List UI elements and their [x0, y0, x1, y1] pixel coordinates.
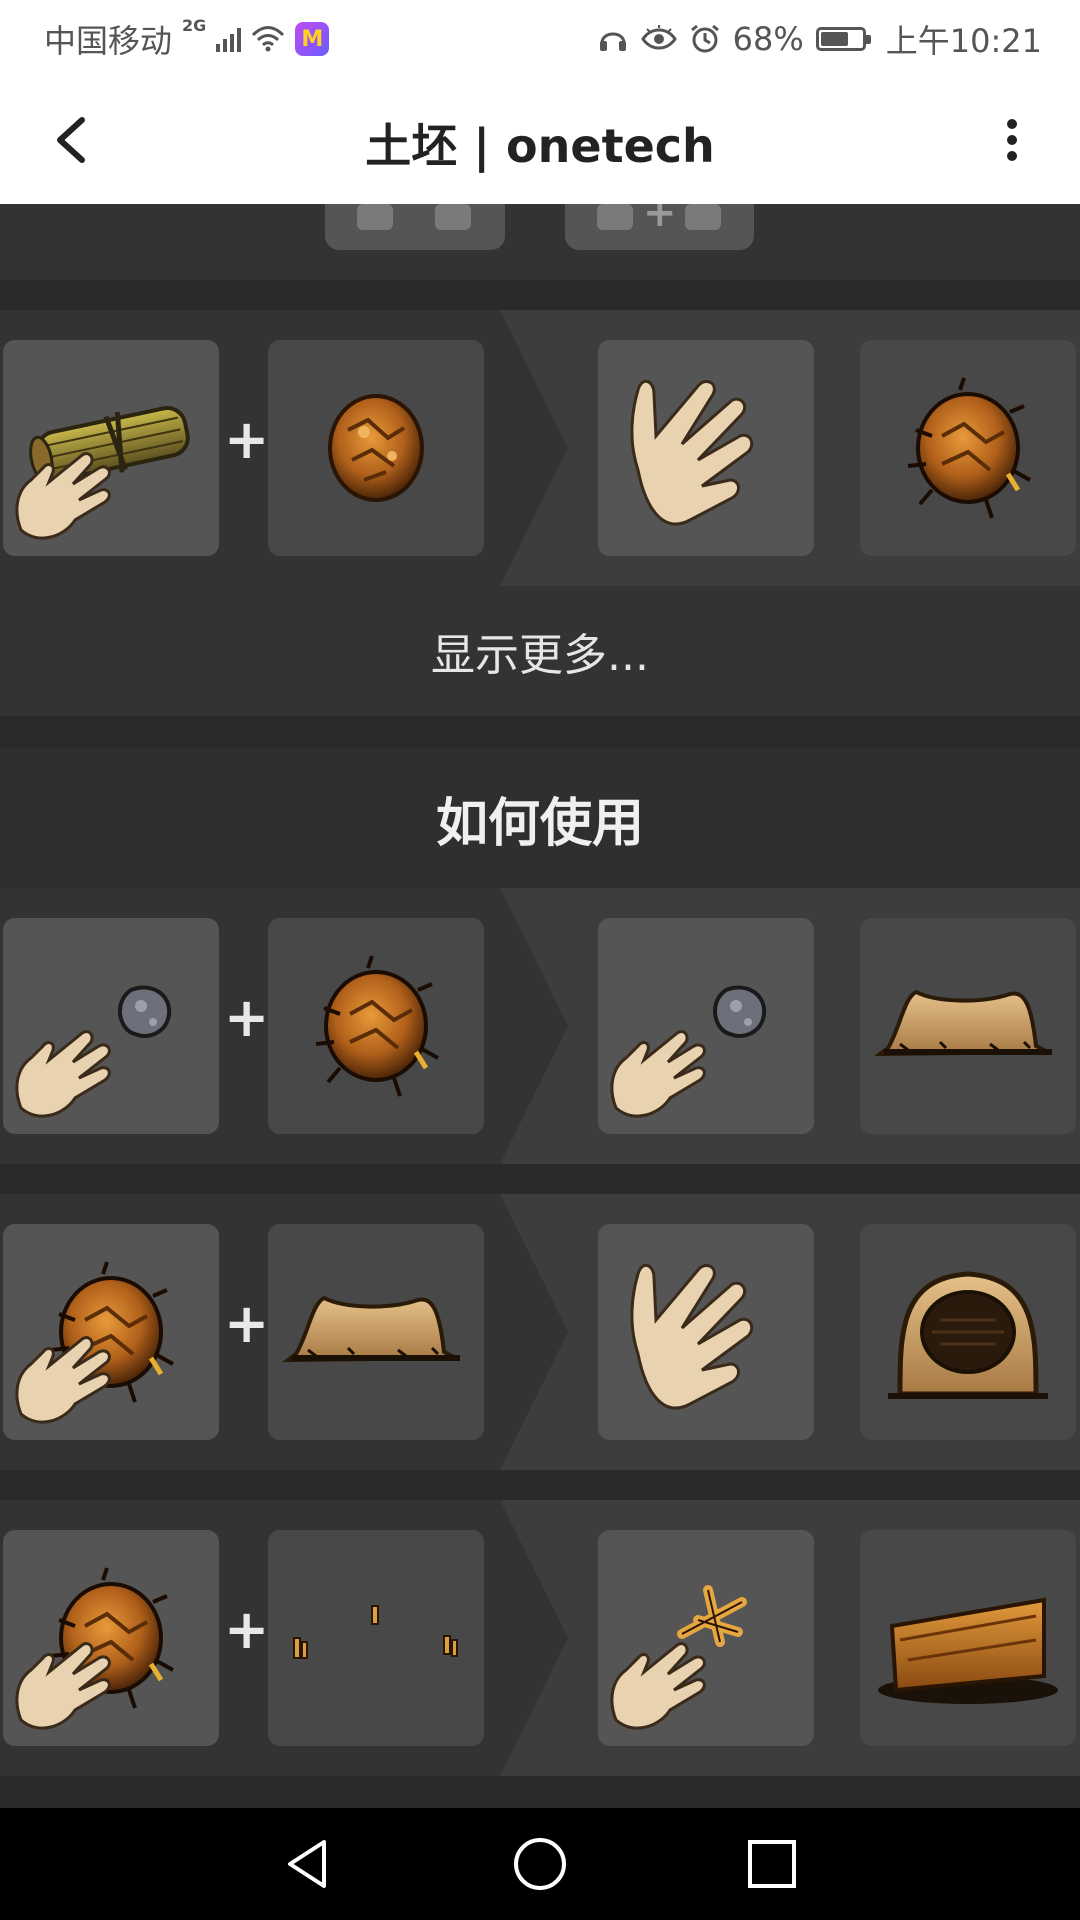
app-bar: 土坯 | onetech — [0, 76, 1080, 205]
partial-slot[interactable] — [325, 204, 505, 250]
recipe-row[interactable]: + — [0, 1194, 1080, 1470]
status-bar: 中国移动 2G M 68% 上午10:21 — [0, 0, 1080, 76]
clock: 上午10:21 — [885, 22, 1042, 60]
arrow-chevron-icon — [500, 888, 568, 1164]
wifi-icon — [252, 26, 285, 52]
hand-icon — [3, 340, 219, 556]
home-circle-icon[interactable] — [510, 1834, 570, 1894]
arrow-chevron-icon — [500, 1194, 568, 1470]
alarm-icon — [690, 24, 719, 53]
ingredient-slot[interactable] — [268, 1530, 484, 1746]
adobe-oven-base-icon — [860, 1224, 1076, 1440]
clay-ball-icon — [268, 340, 484, 556]
adobe-block-icon — [860, 1530, 1076, 1746]
recipe-row-partial: + — [0, 204, 1080, 280]
ingredient-slot[interactable] — [268, 918, 484, 1134]
carrier-label: 中国移动 — [44, 22, 173, 60]
plus-sign: + — [224, 408, 270, 471]
status-bar-left: 中国移动 2G M — [44, 16, 330, 62]
ingredient-slot[interactable] — [268, 340, 484, 556]
result-slot[interactable] — [598, 1224, 814, 1440]
battery-percent: 68% — [732, 20, 804, 58]
ingredient-slot[interactable] — [3, 340, 219, 556]
hand-icon — [3, 1224, 219, 1440]
adobe-base-icon — [268, 1224, 484, 1440]
battery-icon — [815, 27, 871, 51]
wet-clay-ball-icon — [860, 340, 1076, 556]
partial-plus: + — [643, 204, 677, 236]
headset-icon — [599, 32, 626, 51]
eye-icon — [640, 25, 677, 50]
app-notification-icon: M — [295, 22, 330, 56]
wet-clay-ball-icon — [268, 918, 484, 1134]
result-slot[interactable] — [860, 1224, 1076, 1440]
more-vert-icon[interactable] — [992, 112, 1032, 168]
result-slot[interactable] — [860, 1530, 1076, 1746]
hand-icon — [3, 1530, 219, 1746]
adobe-base-icon — [860, 918, 1076, 1134]
ingredient-slot[interactable] — [3, 1530, 219, 1746]
section-heading-usage: 如何使用 — [0, 748, 1080, 888]
partial-slot[interactable]: + — [565, 204, 754, 250]
ingredient-slot[interactable] — [3, 918, 219, 1134]
arrow-chevron-icon — [500, 310, 568, 586]
hand-icon — [598, 1530, 814, 1746]
battery-fill — [820, 32, 848, 46]
plus-sign: + — [224, 1292, 270, 1355]
result-slot[interactable] — [598, 340, 814, 556]
partial-slot-square — [435, 204, 471, 230]
show-more-button[interactable]: 显示更多... — [0, 586, 1080, 716]
hand-icon — [598, 918, 814, 1134]
back-triangle-icon[interactable] — [278, 1834, 338, 1894]
recipe-row[interactable]: + — [0, 1500, 1080, 1776]
hand-icon — [598, 1224, 814, 1440]
recipe-row[interactable]: + — [0, 888, 1080, 1164]
partial-slot-square — [597, 204, 633, 230]
network-type: 2G — [182, 16, 207, 35]
recents-square-icon[interactable] — [742, 1834, 802, 1894]
hand-icon — [3, 918, 219, 1134]
result-slot[interactable] — [860, 340, 1076, 556]
partial-slot-square — [685, 204, 721, 230]
signal-icon — [216, 26, 242, 52]
page-title: 土坯 | onetech — [365, 119, 715, 173]
partial-slot-square — [357, 204, 393, 230]
plus-sign: + — [224, 1598, 270, 1661]
result-slot[interactable] — [598, 1530, 814, 1746]
ingredient-slot[interactable] — [3, 1224, 219, 1440]
arrow-chevron-icon — [500, 1500, 568, 1776]
content-scroll[interactable]: + + 显示更多... 如何使用 + + + — [0, 204, 1080, 1808]
kindling-sticks-icon — [268, 1530, 484, 1746]
hand-icon — [598, 340, 814, 556]
recipe-row[interactable]: + — [0, 310, 1080, 586]
status-bar-right: 68% 上午10:21 — [597, 16, 1042, 62]
result-slot[interactable] — [860, 918, 1076, 1134]
system-nav-bar — [0, 1808, 1080, 1920]
plus-sign: + — [224, 986, 270, 1049]
ingredient-slot[interactable] — [268, 1224, 484, 1440]
result-slot[interactable] — [598, 918, 814, 1134]
